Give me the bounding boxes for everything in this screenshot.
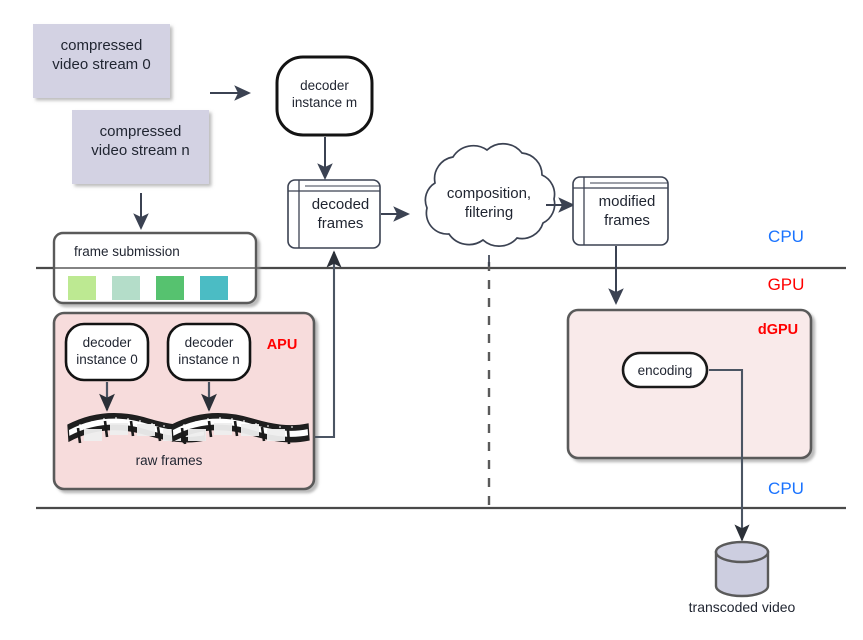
- transcoded-video-cylinder-shape: [714, 540, 770, 598]
- frame-swatch-1: [112, 276, 140, 300]
- decoder-instance-n-shape: [166, 322, 252, 382]
- arrow-apu-to-decoded-frames: [315, 250, 342, 439]
- compressed-video-stream-0-shape: [33, 24, 170, 98]
- encoding-shape: [621, 351, 709, 389]
- frame-swatch-0: [68, 276, 96, 300]
- composition-filtering-cloud-shape: [424, 143, 556, 266]
- frame-swatch-2: [156, 276, 184, 300]
- decoder-instance-0-shape: [64, 322, 150, 382]
- frame-swatch-3: [200, 276, 228, 300]
- compressed-video-stream-n-shape: [72, 110, 209, 184]
- decoder-instance-m-shape: [275, 55, 374, 137]
- diagram-canvas: compressed video stream 0 compressed vid…: [0, 0, 863, 640]
- modified-frames-shape: [572, 176, 669, 246]
- decoded-frames-shape: [287, 179, 381, 249]
- frame-submission-swatch-row: [68, 276, 244, 300]
- diagram-vector-layer: [33, 24, 846, 598]
